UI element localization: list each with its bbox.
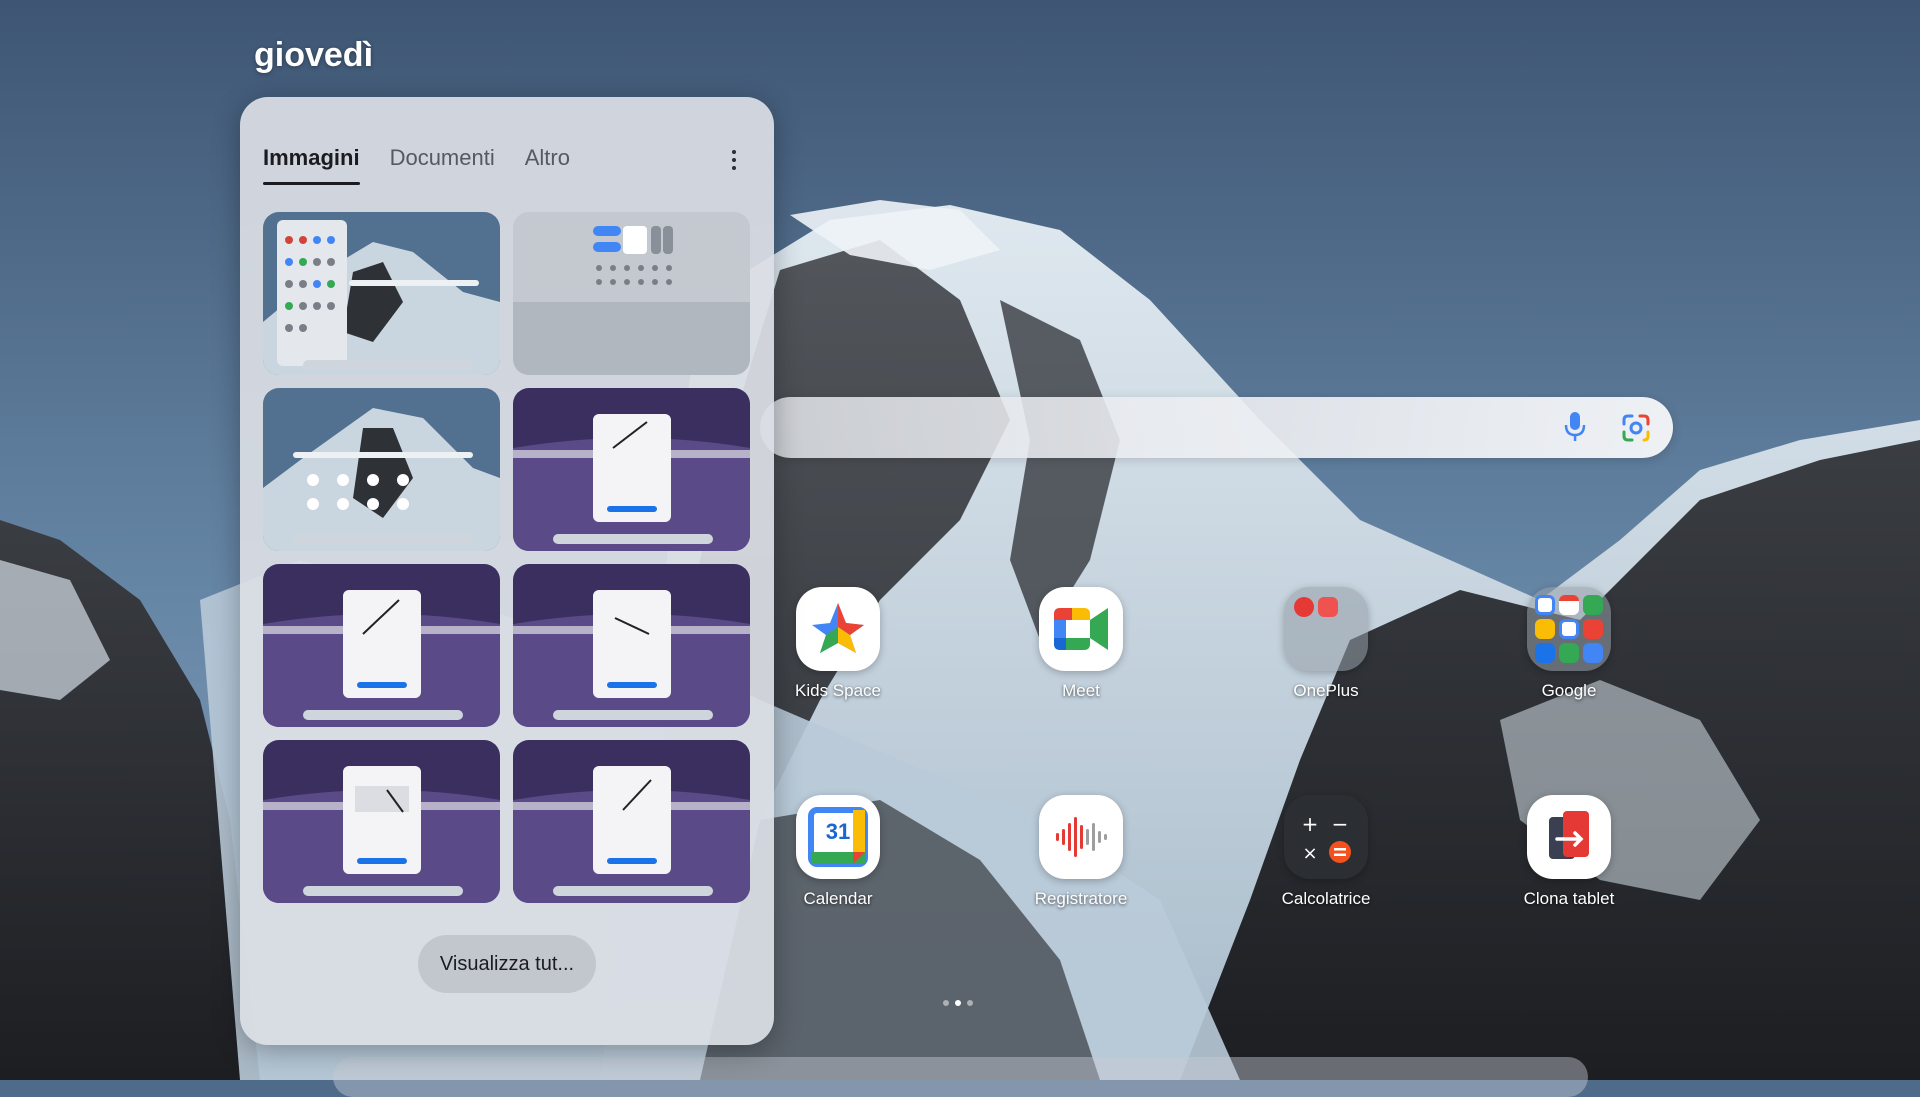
clone-tablet-icon [1527,795,1611,879]
folder-google[interactable]: Google [1494,587,1644,701]
recent-files-widget: Immagini Documenti Altro Visualizza tut.… [240,97,774,1045]
photos-mini-icon [1559,619,1579,639]
oneplus-folder-icon [1284,587,1368,671]
app-calendar[interactable]: 31 Calendar [763,795,913,909]
calendar-mini-icon [1318,597,1338,617]
calendar-icon: 31 [796,795,880,879]
youtube-mini-icon [1583,619,1603,639]
meet-icon [1039,587,1123,671]
image-thumbnail-grid [263,212,750,903]
recorder-waveform-icon [1039,795,1123,879]
app-label: Calendar [803,889,873,908]
image-thumbnail[interactable] [513,388,750,551]
page-dot [967,1000,973,1006]
more-vert-icon[interactable] [724,145,744,175]
view-all-button[interactable]: Visualizza tut... [418,935,596,993]
svg-text:−: − [1332,812,1349,836]
app-clona-tablet[interactable]: Clona tablet [1494,795,1644,909]
oneplus-app-mini-icon [1294,597,1314,617]
app-registratore[interactable]: Registratore [1006,795,1156,909]
image-thumbnail[interactable] [513,564,750,727]
google-mini-icon [1535,595,1555,615]
google-search-bar[interactable] [760,397,1673,458]
page-indicator [943,1000,973,1006]
app-kids-space[interactable]: Kids Space [763,587,913,701]
image-thumbnail[interactable] [263,212,500,375]
google-folder-icon [1527,587,1611,671]
app-label: Kids Space [795,681,881,700]
sheets-mini-icon [1559,643,1579,663]
app-label: Registratore [1034,889,1128,908]
gmail-mini-icon [1559,595,1579,615]
app-label: Calcolatrice [1281,889,1371,908]
tab-altro[interactable]: Altro [525,145,570,185]
tab-bar: Immagini Documenti Altro [263,145,600,185]
app-label: Meet [1062,681,1100,700]
image-thumbnail[interactable] [263,564,500,727]
maps-mini-icon [1583,595,1603,615]
page-dot [943,1000,949,1006]
info-mini-icon [1535,643,1555,663]
kids-space-icon [796,587,880,671]
day-label: giovedì [254,36,374,74]
mic-icon[interactable] [1562,410,1588,444]
image-thumbnail[interactable] [513,212,750,375]
app-label: Clona tablet [1523,889,1615,908]
page-dot-active [955,1000,961,1006]
tab-documenti[interactable]: Documenti [390,145,495,185]
messages-mini-icon [1583,643,1603,663]
svg-text:+: + [1302,812,1319,836]
app-label: OnePlus [1293,681,1359,700]
tab-immagini[interactable]: Immagini [263,145,360,185]
image-thumbnail[interactable] [513,740,750,903]
image-thumbnail[interactable] [263,740,500,903]
drive-mini-icon [1535,619,1555,639]
calculator-icon: + − × [1284,795,1368,879]
folder-oneplus[interactable]: OnePlus [1251,587,1401,701]
svg-text:×: × [1302,843,1317,864]
app-meet[interactable]: Meet [1006,587,1156,701]
image-thumbnail[interactable] [263,388,500,551]
calendar-day-number: 31 [825,819,851,844]
google-lens-icon[interactable] [1620,412,1652,444]
dock [333,1057,1588,1097]
app-calcolatrice[interactable]: + − × Calcolatrice [1251,795,1401,909]
app-label: Google [1541,681,1597,700]
